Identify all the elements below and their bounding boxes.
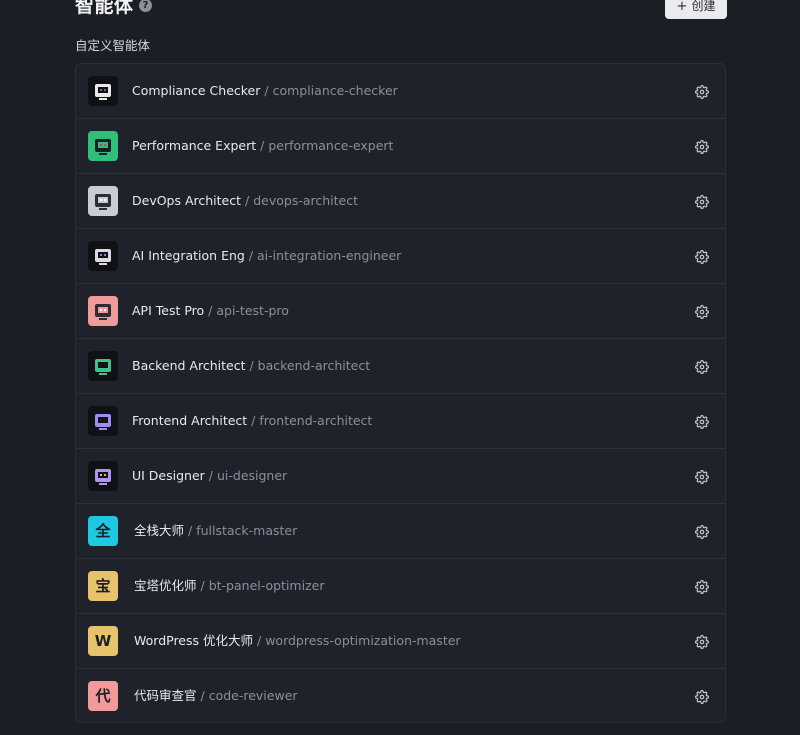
settings-gear-icon[interactable] xyxy=(695,359,709,374)
help-icon[interactable]: ? xyxy=(139,0,152,12)
agents-page: 智能体 ? + 创建 自定义智能体 Compliance Checker / co… xyxy=(0,0,800,735)
robot-avatar-icon xyxy=(88,461,118,491)
agent-avatar: 宝 xyxy=(88,571,118,601)
agent-avatar: 全 xyxy=(88,516,118,546)
agent-row[interactable]: Frontend Architect / frontend-architect xyxy=(76,394,725,449)
agent-id: ai-integration-engineer xyxy=(257,248,402,263)
robot-avatar-icon xyxy=(88,241,118,271)
agent-id: backend-architect xyxy=(257,358,371,373)
agent-label: DevOps Architect / devops-architect xyxy=(132,192,358,210)
agent-label: AI Integration Eng / ai-integration-engi… xyxy=(132,247,401,265)
agent-row[interactable]: 全全栈大师 / fullstack-master xyxy=(76,504,725,559)
agent-avatar: W xyxy=(88,626,118,656)
plus-icon: + xyxy=(676,0,688,14)
robot-avatar-icon xyxy=(88,351,118,381)
agent-name: 代码审查官 xyxy=(134,688,197,703)
agent-name: Backend Architect xyxy=(132,358,246,373)
agent-id: performance-expert xyxy=(268,138,394,153)
agent-row[interactable]: UI Designer / ui-designer xyxy=(76,449,725,504)
agent-row[interactable]: Performance Expert / performance-expert xyxy=(76,119,725,174)
agent-id: wordpress-optimization-master xyxy=(265,633,461,648)
create-agent-button[interactable]: + 创建 xyxy=(665,0,727,19)
page-title: 智能体 xyxy=(75,0,134,17)
section-title: 自定义智能体 xyxy=(75,38,151,53)
agent-id: api-test-pro xyxy=(216,303,289,318)
agent-name: Compliance Checker xyxy=(132,83,261,98)
settings-gear-icon[interactable] xyxy=(695,469,709,484)
settings-gear-icon[interactable] xyxy=(695,414,709,429)
settings-gear-icon[interactable] xyxy=(695,139,709,154)
agent-list: Compliance Checker / compliance-checker P… xyxy=(75,63,726,723)
agent-id: bt-panel-optimizer xyxy=(208,578,325,593)
agent-row[interactable]: W WordPress 优化大师 / wordpress-optimization… xyxy=(76,614,725,669)
agent-row[interactable]: DevOps Architect / devops-architect xyxy=(76,174,725,229)
page-header: 智能体 ? + 创建 xyxy=(75,0,727,24)
agent-label: API Test Pro / api-test-pro xyxy=(132,302,289,320)
agent-label: UI Designer / ui-designer xyxy=(132,467,287,485)
agent-label: 代码审查官 / code-reviewer xyxy=(134,687,298,705)
agent-label: 宝塔优化师 / bt-panel-optimizer xyxy=(134,577,324,595)
settings-gear-icon[interactable] xyxy=(695,84,709,99)
robot-avatar-icon xyxy=(88,406,118,436)
settings-gear-icon[interactable] xyxy=(695,634,709,649)
robot-avatar-icon xyxy=(88,186,118,216)
agent-row[interactable]: Backend Architect / backend-architect xyxy=(76,339,725,394)
agent-label: Frontend Architect / frontend-architect xyxy=(132,412,372,430)
agent-name: UI Designer xyxy=(132,468,205,483)
settings-gear-icon[interactable] xyxy=(695,304,709,319)
agent-row[interactable]: Compliance Checker / compliance-checker xyxy=(76,64,725,119)
agent-id: code-reviewer xyxy=(208,688,298,703)
agent-id: frontend-architect xyxy=(259,413,373,428)
settings-gear-icon[interactable] xyxy=(695,579,709,594)
agent-id: compliance-checker xyxy=(272,83,398,98)
agent-name: API Test Pro xyxy=(132,303,205,318)
robot-avatar-icon xyxy=(88,296,118,326)
agent-row[interactable]: 代代码审查官 / code-reviewer xyxy=(76,669,725,722)
agent-label: WordPress 优化大师 / wordpress-optimization-… xyxy=(134,632,461,650)
agent-avatar: 代 xyxy=(88,681,118,711)
robot-avatar-icon xyxy=(88,76,118,106)
agent-name: AI Integration Eng xyxy=(132,248,245,263)
agent-name: Performance Expert xyxy=(132,138,257,153)
agent-name: 宝塔优化师 xyxy=(134,578,197,593)
agent-row[interactable]: API Test Pro / api-test-pro xyxy=(76,284,725,339)
settings-gear-icon[interactable] xyxy=(695,689,709,704)
settings-gear-icon[interactable] xyxy=(695,194,709,209)
agent-name: 全栈大师 xyxy=(134,523,185,538)
agent-id: devops-architect xyxy=(253,193,359,208)
create-label: 创建 xyxy=(691,0,716,13)
agent-separator: / xyxy=(264,83,269,98)
agent-label: Backend Architect / backend-architect xyxy=(132,357,370,375)
settings-gear-icon[interactable] xyxy=(695,249,709,264)
agent-label: Performance Expert / performance-expert xyxy=(132,137,393,155)
agent-id: ui-designer xyxy=(216,468,288,483)
settings-gear-icon[interactable] xyxy=(695,524,709,539)
agent-name: DevOps Architect xyxy=(132,193,242,208)
agent-id: fullstack-master xyxy=(196,523,298,538)
agent-row[interactable]: AI Integration Eng / ai-integration-engi… xyxy=(76,229,725,284)
agent-label: 全栈大师 / fullstack-master xyxy=(134,522,297,540)
agent-row[interactable]: 宝宝塔优化师 / bt-panel-optimizer xyxy=(76,559,725,614)
agent-name: WordPress 优化大师 xyxy=(134,633,254,648)
agent-label: Compliance Checker / compliance-checker xyxy=(132,82,398,100)
robot-avatar-icon xyxy=(88,131,118,161)
agent-name: Frontend Architect xyxy=(132,413,248,428)
